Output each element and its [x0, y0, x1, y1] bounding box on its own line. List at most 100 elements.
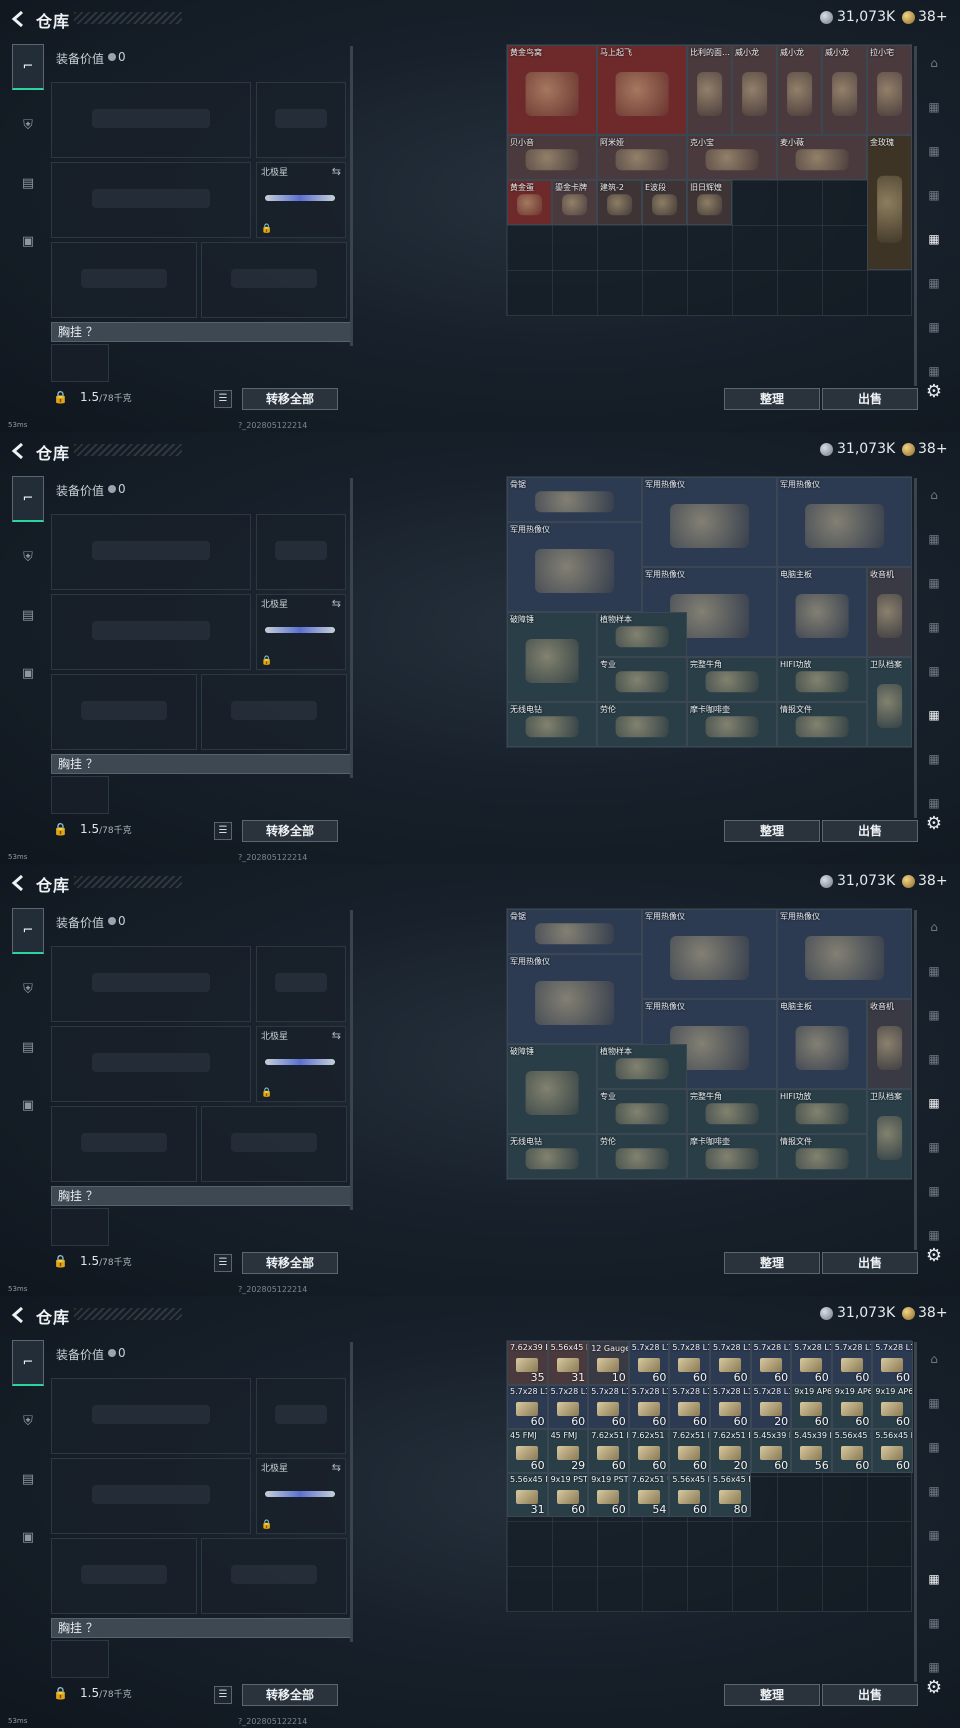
armor-slot[interactable]	[201, 242, 347, 318]
stash-item[interactable]: 马上起飞	[597, 45, 687, 135]
stash-item[interactable]: 5.45x39 PS 56	[791, 1429, 832, 1473]
tab-briefcase[interactable]: ▣	[12, 1082, 44, 1128]
stash-item[interactable]: 卫队档案	[867, 1089, 912, 1179]
stash-scrollbar[interactable]	[914, 1342, 917, 1682]
stash-item[interactable]: 电脑主板	[777, 999, 867, 1089]
stash-item[interactable]: 5.7x28 L191 60	[669, 1385, 710, 1429]
stash-item[interactable]: 比利的面…	[687, 45, 732, 135]
primary-weapon-slot[interactable]	[51, 82, 251, 158]
transfer-all-button[interactable]: 转移全部	[242, 388, 338, 410]
sell-button[interactable]: 出售	[822, 388, 918, 410]
chest-rig-header[interactable]: 胸挂 ？	[51, 1186, 351, 1206]
sort-button[interactable]: 整理	[724, 1684, 820, 1706]
back-button[interactable]	[8, 872, 30, 894]
tab-backpack[interactable]: ▤	[12, 160, 44, 206]
stash-tab-4[interactable]: ▦	[918, 182, 950, 208]
stash-item[interactable]: 5.56x45 M855 60	[831, 1429, 873, 1473]
stash-item[interactable]: 9x19 AP6.3 60	[791, 1385, 832, 1429]
stash-item[interactable]: 阿米娅	[597, 135, 687, 180]
chest-rig-slot[interactable]	[51, 1208, 109, 1246]
stash-item[interactable]: 5.56x45 FMJ 60	[669, 1473, 710, 1517]
chest-rig-slot[interactable]	[51, 344, 109, 382]
stash-scrollbar[interactable]	[914, 46, 917, 386]
stash-item[interactable]: 5.7x28 L191 60	[791, 1341, 832, 1385]
stash-tab-6[interactable]: ▦	[918, 702, 950, 728]
tab-helmet[interactable]: ⛨	[12, 102, 44, 148]
settings-button[interactable]: ⚙	[918, 1674, 950, 1700]
stash-item[interactable]: 专业	[597, 1089, 687, 1134]
list-view-button[interactable]: ☰	[214, 822, 232, 840]
stash-tab-4[interactable]: ▦	[918, 1046, 950, 1072]
transfer-all-button[interactable]: 转移全部	[242, 820, 338, 842]
stash-tab-7[interactable]: ▦	[918, 746, 950, 772]
stash-item[interactable]: 破障锤	[507, 1044, 597, 1134]
tab-briefcase[interactable]: ▣	[12, 218, 44, 264]
tab-gun[interactable]: ⌐	[12, 44, 44, 90]
stash-item[interactable]: 专业	[597, 657, 687, 702]
stash-tab-1[interactable]: ⌂	[918, 50, 950, 76]
stash-tab-2[interactable]: ▦	[918, 1390, 950, 1416]
stash-item[interactable]: 5.56x45 M855 31	[507, 1473, 548, 1517]
sort-button[interactable]: 整理	[724, 388, 820, 410]
stash-tab-5[interactable]: ▦	[918, 658, 950, 684]
stash-item[interactable]: 5.56x45 FMJ 80	[710, 1473, 751, 1517]
armor-slot[interactable]	[201, 1106, 347, 1182]
helmet-slot[interactable]	[51, 1538, 197, 1614]
stash-tab-5[interactable]: ▦	[918, 1090, 950, 1116]
stash-item[interactable]: 5.7x28 L191 60	[507, 1385, 548, 1429]
stash-item[interactable]: 摩卡咖啡壶	[687, 1134, 777, 1179]
tab-helmet[interactable]: ⛨	[12, 966, 44, 1012]
stash-item[interactable]: 军用热像仪	[777, 909, 912, 999]
helmet-slot[interactable]	[51, 674, 197, 750]
tab-helmet[interactable]: ⛨	[12, 534, 44, 580]
tab-briefcase[interactable]: ▣	[12, 1514, 44, 1560]
tab-gun[interactable]: ⌐	[12, 476, 44, 522]
stash-item[interactable]: 情报文件	[777, 1134, 867, 1179]
stash-item[interactable]: 7.62x39 BP 35	[507, 1341, 548, 1385]
stash-item[interactable]: HIFI功放	[777, 1089, 867, 1134]
stash-item[interactable]: 5.7x28 L191 60	[831, 1341, 873, 1385]
tab-briefcase[interactable]: ▣	[12, 650, 44, 696]
stash-tab-1[interactable]: ⌂	[918, 1346, 950, 1372]
stash-item[interactable]: 克小宝	[687, 135, 777, 180]
stash-item[interactable]: 军用热像仪	[507, 522, 642, 612]
transfer-all-button[interactable]: 转移全部	[242, 1252, 338, 1274]
stash-tab-6[interactable]: ▦	[918, 1134, 950, 1160]
stash-item[interactable]: 完整牛角	[687, 657, 777, 702]
stash-item[interactable]: 5.7x28 L191 60	[588, 1385, 629, 1429]
stash-item[interactable]: 骨锯	[507, 909, 642, 954]
stash-tab-7[interactable]: ▦	[918, 1178, 950, 1204]
stash-item[interactable]: 收音机	[867, 567, 912, 657]
stash-tab-2[interactable]: ▦	[918, 94, 950, 120]
settings-button[interactable]: ⚙	[918, 810, 950, 836]
stash-item[interactable]: 黄金蛋	[507, 180, 552, 225]
primary-weapon-slot[interactable]	[51, 946, 251, 1022]
stash-item[interactable]: 破障锤	[507, 612, 597, 702]
pistol-slot[interactable]	[256, 1378, 346, 1454]
stash-item[interactable]: 45 FMJ 29	[547, 1429, 589, 1473]
primary-weapon-slot[interactable]	[51, 514, 251, 590]
stash-item[interactable]: 植物样本	[597, 612, 687, 657]
stash-tab-4[interactable]: ▦	[918, 614, 950, 640]
stash-item[interactable]: 旧日辉煌	[687, 180, 732, 225]
stash-item[interactable]: 完整牛角	[687, 1089, 777, 1134]
sell-button[interactable]: 出售	[822, 1684, 918, 1706]
stash-tab-3[interactable]: ▦	[918, 138, 950, 164]
stash-tab-4[interactable]: ▦	[918, 1478, 950, 1504]
armor-slot[interactable]	[201, 674, 347, 750]
stash-tab-6[interactable]: ▦	[918, 1566, 950, 1592]
tab-gun[interactable]: ⌐	[12, 908, 44, 954]
tab-backpack[interactable]: ▤	[12, 1024, 44, 1070]
gear-scrollbar[interactable]	[350, 46, 353, 346]
stash-item[interactable]: 军用热像仪	[777, 477, 912, 567]
list-view-button[interactable]: ☰	[214, 1686, 232, 1704]
stash-scrollbar[interactable]	[914, 478, 917, 818]
stash-item[interactable]: 5.7x28 L191 60	[710, 1341, 751, 1385]
stash-item[interactable]: 贝小音	[507, 135, 597, 180]
secondary-weapon-slot[interactable]	[51, 1458, 251, 1534]
melee-slot[interactable]: 北极星 ⇆ 🔒	[256, 1458, 346, 1534]
list-view-button[interactable]: ☰	[214, 1254, 232, 1272]
stash-item[interactable]: 威小龙	[777, 45, 822, 135]
stash-tab-2[interactable]: ▦	[918, 958, 950, 984]
gear-scrollbar[interactable]	[350, 478, 353, 778]
